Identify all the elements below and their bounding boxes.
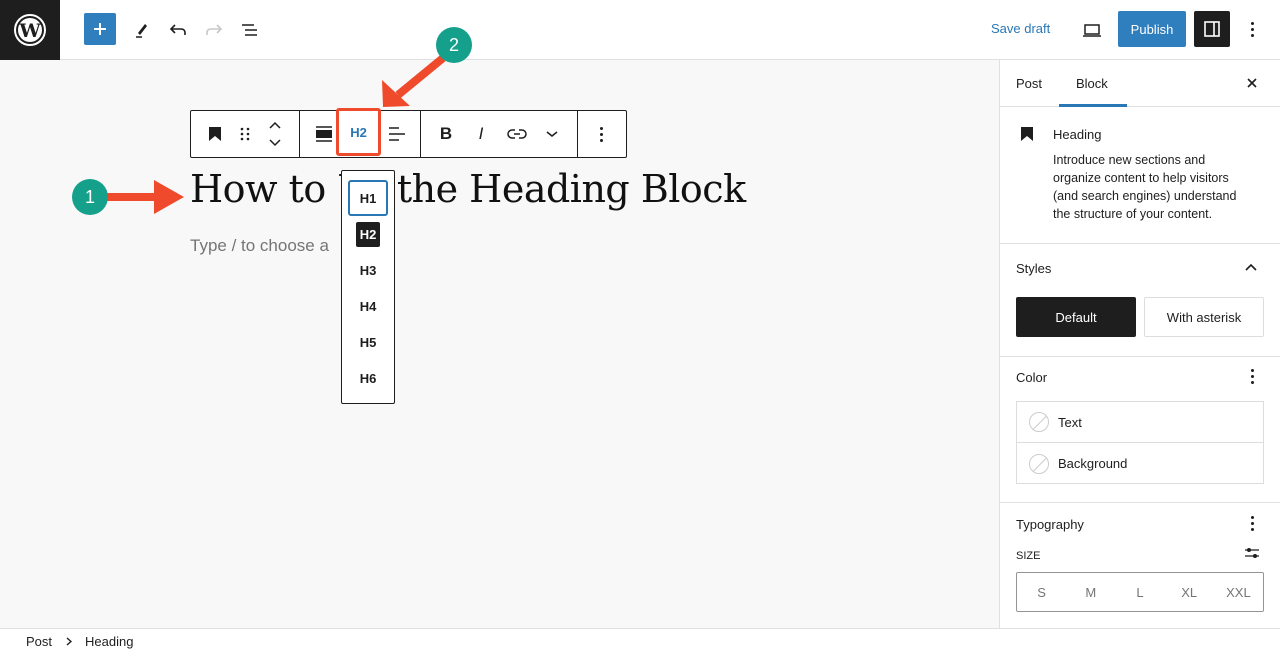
block-card-title: Heading bbox=[1053, 127, 1102, 142]
color-settings: Text Background bbox=[1016, 401, 1264, 484]
step-badge-1: 1 bbox=[72, 179, 108, 215]
laptop-icon bbox=[1083, 24, 1101, 37]
color-item-label: Text bbox=[1058, 414, 1082, 430]
color-title: Color bbox=[1016, 370, 1048, 385]
dot-icon bbox=[1250, 369, 1254, 372]
color-swatch-icon bbox=[1029, 412, 1049, 432]
dot-icon bbox=[1250, 34, 1254, 37]
breadcrumb-post[interactable]: Post bbox=[26, 634, 52, 649]
tab-post[interactable]: Post bbox=[1016, 76, 1042, 91]
custom-size-toggle-icon[interactable] bbox=[1244, 546, 1260, 560]
publish-button[interactable]: Publish bbox=[1118, 11, 1186, 47]
chevron-right-icon bbox=[66, 637, 72, 646]
styles-title[interactable]: Styles bbox=[1016, 261, 1051, 276]
color-item-label: Background bbox=[1058, 456, 1128, 471]
dot-icon bbox=[1250, 381, 1254, 384]
color-swatch-icon bbox=[1029, 453, 1049, 474]
style-asterisk-button[interactable]: With asterisk bbox=[1144, 297, 1264, 337]
desc-line: Introduce new sections and bbox=[1053, 153, 1206, 167]
block-card-description: Introduce new sections and organize cont… bbox=[1053, 151, 1236, 223]
settings-toggle-button[interactable] bbox=[1194, 11, 1230, 47]
breadcrumb-heading[interactable]: Heading bbox=[85, 634, 133, 649]
bookmark-icon bbox=[1021, 127, 1033, 141]
dot-icon bbox=[1250, 516, 1254, 519]
size-option-xl[interactable]: XL bbox=[1165, 573, 1214, 611]
breadcrumb: Post Heading bbox=[0, 628, 1280, 653]
sidebar-icon bbox=[1204, 21, 1220, 37]
desc-line: (and search engines) understand bbox=[1053, 189, 1237, 203]
tab-block[interactable]: Block bbox=[1076, 76, 1108, 91]
options-menu-button[interactable] bbox=[1250, 22, 1254, 37]
dot-icon bbox=[1250, 522, 1254, 525]
desc-line: the structure of your content. bbox=[1053, 207, 1213, 221]
save-draft-button[interactable]: Save draft bbox=[991, 21, 1050, 36]
style-default-button[interactable]: Default bbox=[1016, 297, 1136, 337]
size-label: SIZE bbox=[1016, 550, 1041, 562]
dot-icon bbox=[1250, 375, 1254, 378]
color-text-item[interactable]: Text bbox=[1017, 402, 1263, 443]
sidebar-tabs: Post Block bbox=[1000, 60, 1280, 107]
dot-icon bbox=[1250, 28, 1254, 31]
size-option-xxl[interactable]: XXL bbox=[1214, 573, 1263, 611]
font-size-picker: S M L XL XXL bbox=[1016, 572, 1264, 612]
dot-icon bbox=[1250, 22, 1254, 25]
size-option-m[interactable]: M bbox=[1066, 573, 1115, 611]
color-background-item[interactable]: Background bbox=[1017, 443, 1263, 484]
desc-line: organize content to help visitors bbox=[1053, 171, 1229, 185]
close-icon bbox=[1247, 78, 1257, 88]
settings-sidebar: Post Block Heading Introduce new section… bbox=[999, 60, 1280, 629]
size-option-l[interactable]: L bbox=[1115, 573, 1164, 611]
block-card: Heading Introduce new sections and organ… bbox=[1000, 107, 1280, 244]
preview-button[interactable] bbox=[1080, 18, 1104, 42]
color-options-button[interactable] bbox=[1250, 369, 1254, 384]
chevron-up-icon[interactable] bbox=[1245, 263, 1257, 271]
typography-options-button[interactable] bbox=[1250, 516, 1254, 531]
step-badge-2: 2 bbox=[436, 27, 472, 63]
arrow-1-head bbox=[154, 180, 184, 214]
dot-icon bbox=[1250, 528, 1254, 531]
size-option-s[interactable]: S bbox=[1017, 573, 1066, 611]
annotation-arrows bbox=[104, 54, 446, 214]
arrow-2 bbox=[395, 54, 446, 99]
typography-title: Typography bbox=[1016, 517, 1084, 532]
close-sidebar-button[interactable] bbox=[1245, 76, 1259, 90]
